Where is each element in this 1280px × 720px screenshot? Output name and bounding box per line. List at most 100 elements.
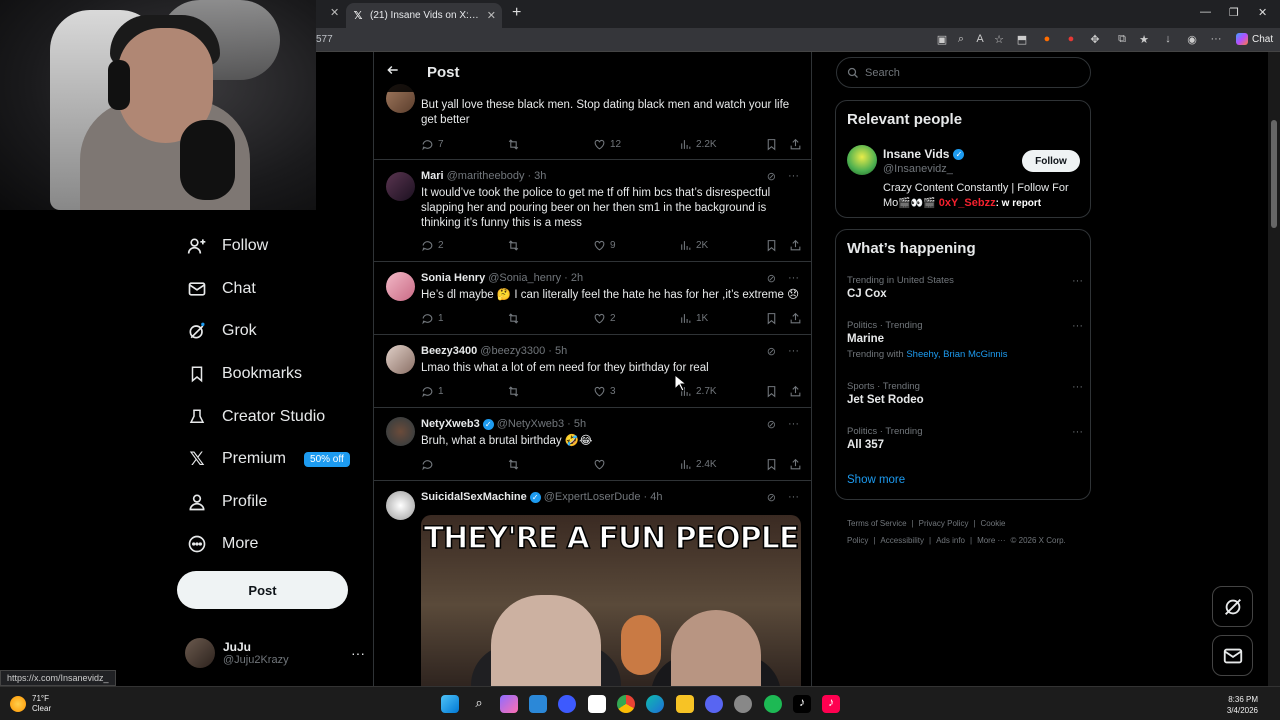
like-button[interactable] (593, 458, 610, 471)
footer-link[interactable]: More ··· (977, 536, 1005, 545)
extension-icon[interactable]: ⬒ (1015, 33, 1029, 46)
footer-link[interactable]: Terms of Service (847, 519, 907, 528)
url-text[interactable]: 577 (316, 34, 333, 45)
tweet[interactable]: SuicidalSexMachine ✓ @ExpertLoserDude · … (374, 481, 811, 686)
more-dots-icon[interactable]: ··· (1072, 275, 1083, 287)
favorites-icon[interactable]: ★ (1137, 33, 1151, 46)
minimize-icon[interactable]: — (1200, 6, 1211, 18)
show-more-link[interactable]: Show more (847, 474, 905, 486)
reply-button[interactable]: 2 (421, 239, 444, 252)
like-button[interactable]: 12 (593, 138, 621, 151)
author-handle[interactable]: @NetyXweb3 (497, 418, 564, 430)
zoom-icon[interactable]: ⌕ (954, 33, 968, 46)
page-scrollbar[interactable] (1268, 52, 1280, 686)
tweet-media-image[interactable]: THEY'RE A FUN PEOPLE (421, 515, 801, 686)
outlook-icon[interactable] (529, 695, 547, 713)
tweet-time[interactable]: · 2h (564, 272, 583, 284)
split-screen-icon[interactable]: ⧉ (1115, 33, 1129, 46)
grok-fab-button[interactable] (1212, 586, 1253, 627)
author-handle[interactable]: @beezy3300 (480, 345, 545, 357)
nav-item-bookmarks[interactable]: Bookmarks (176, 353, 372, 396)
repost-button[interactable] (507, 385, 520, 398)
author-name[interactable]: Beezy3400 (421, 345, 477, 357)
close-tab-icon[interactable]: ✕ (330, 6, 339, 19)
tiktok-icon[interactable]: ♪ (793, 695, 811, 713)
avatar[interactable] (386, 172, 415, 201)
nav-item-chat[interactable]: Chat (176, 268, 372, 311)
extension-icon[interactable]: ● (1064, 33, 1078, 45)
reply-button[interactable]: 7 (421, 138, 444, 151)
nav-item-profile[interactable]: Profile (176, 481, 372, 524)
like-button[interactable]: 9 (593, 239, 616, 252)
avatar[interactable] (386, 491, 415, 520)
close-tab-icon[interactable]: ✕ (487, 9, 496, 22)
avatar[interactable] (386, 272, 415, 301)
messages-fab-button[interactable] (1212, 635, 1253, 676)
more-dots-icon[interactable]: ··· (351, 645, 365, 661)
grok-icon[interactable]: ⊘ (767, 272, 776, 285)
more-dots-icon[interactable]: ··· (1072, 381, 1083, 393)
tweet[interactable]: Beezy3400 @beezy3300 · 5h ⊘ ··· Lmao thi… (374, 335, 811, 408)
tweet[interactable]: Mari @maritheebody · 3h ⊘ ··· It would’v… (374, 160, 811, 262)
views-button[interactable]: 1K (679, 312, 708, 325)
copilot-icon[interactable] (500, 695, 518, 713)
bookmark-button[interactable] (765, 385, 778, 398)
more-dots-icon[interactable]: ··· (788, 491, 799, 504)
tweet-time[interactable]: · 5h (548, 345, 567, 357)
menu-dots-icon[interactable]: ··· (1209, 33, 1223, 45)
downloads-icon[interactable]: ↓ (1161, 33, 1175, 45)
share-button[interactable] (789, 138, 802, 151)
copilot-chat-button[interactable]: Chat (1236, 33, 1273, 45)
discord-icon[interactable] (705, 695, 723, 713)
footer-link[interactable]: © 2026 X Corp. (1011, 536, 1066, 545)
search-icon[interactable]: ⌕ (470, 695, 488, 713)
settings-icon[interactable] (734, 695, 752, 713)
bookmark-button[interactable] (765, 458, 778, 471)
author-name[interactable]: Sonia Henry (421, 272, 485, 284)
more-dots-icon[interactable]: ··· (1072, 320, 1083, 332)
reply-button[interactable]: 1 (421, 312, 444, 325)
share-button[interactable] (789, 239, 802, 252)
nav-item-follow[interactable]: Follow (176, 225, 372, 268)
grok-icon[interactable]: ⊘ (767, 491, 776, 504)
grok-icon[interactable]: ⊘ (767, 170, 776, 183)
scrollbar-thumb[interactable] (1271, 120, 1277, 228)
bookmark-button[interactable] (765, 138, 778, 151)
views-button[interactable]: 2K (679, 239, 708, 252)
post-button[interactable]: Post (177, 571, 348, 609)
nav-item-premium[interactable]: 𝕏 Premium 50% off (176, 438, 372, 481)
weather-widget[interactable]: 71°F Clear (10, 694, 51, 714)
author-handle[interactable]: @Sonia_henry (488, 272, 561, 284)
extensions-puzzle-icon[interactable]: ✥ (1088, 33, 1102, 46)
windows-start-icon[interactable] (441, 695, 459, 713)
reply-button[interactable]: 1 (421, 385, 444, 398)
share-button[interactable] (789, 458, 802, 471)
author-name[interactable]: NetyXweb3 (421, 418, 480, 430)
follow-button[interactable]: Follow (1022, 150, 1080, 172)
trend-with-links[interactable]: Sheehy, Brian McGinnis (906, 349, 1007, 360)
taskbar-clock[interactable]: 8:36 PM 3/4/2026 (1227, 694, 1258, 716)
tweet[interactable]: NetyXweb3 ✓ @NetyXweb3 · 5h ⊘ ··· Bruh, … (374, 408, 811, 481)
tweet-time[interactable]: · 3h (527, 170, 546, 182)
search-input[interactable] (865, 66, 1065, 79)
relevant-person-name[interactable]: Insane Vids (883, 147, 949, 161)
back-arrow-icon[interactable] (386, 63, 402, 81)
grok-icon[interactable]: ⊘ (767, 345, 776, 358)
relevant-person-handle[interactable]: @Insanevidz_ (883, 163, 953, 175)
share-button[interactable] (789, 312, 802, 325)
avatar[interactable] (386, 417, 415, 446)
trend-item[interactable]: Trending in United States CJ Cox ··· (847, 275, 1083, 300)
more-dots-icon[interactable]: ··· (788, 345, 799, 358)
spotify-icon[interactable] (764, 695, 782, 713)
grok-icon[interactable]: ⊘ (767, 418, 776, 431)
views-button[interactable]: 2.4K (679, 458, 717, 471)
more-dots-icon[interactable]: ··· (788, 272, 799, 285)
reply-button[interactable] (421, 458, 438, 471)
repost-button[interactable] (507, 312, 520, 325)
like-button[interactable]: 3 (593, 385, 616, 398)
tweet[interactable]: Sonia Henry @Sonia_henry · 2h ⊘ ··· He’s… (374, 262, 811, 335)
repost-button[interactable] (507, 239, 520, 252)
chrome-icon[interactable] (617, 695, 635, 713)
file-explorer-icon[interactable] (676, 695, 694, 713)
tweet-time[interactable]: · 5h (567, 418, 586, 430)
